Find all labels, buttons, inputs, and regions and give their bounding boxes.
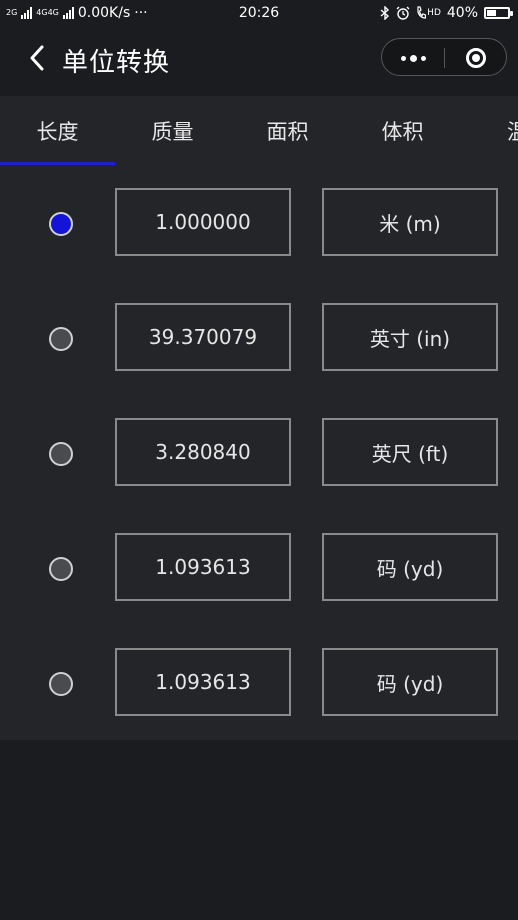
target-icon [466, 48, 486, 68]
tab-mass[interactable]: 质量 [115, 116, 230, 146]
value-input-yard[interactable]: 1.093613 [115, 533, 291, 601]
radio-yard[interactable] [49, 557, 73, 581]
value-input-meter[interactable]: 1.000000 [115, 188, 291, 256]
back-button[interactable] [22, 42, 52, 74]
status-right: HD 40% [380, 5, 513, 21]
alarm-icon [396, 6, 410, 20]
tab-length[interactable]: 长度 [0, 116, 115, 146]
battery-fill [487, 10, 496, 16]
battery-percent: 40% [446, 5, 478, 21]
unit-row-inch: 39.370079 英寸 (in) [0, 303, 518, 373]
radio-meter[interactable] [49, 212, 73, 236]
unit-select-meter[interactable]: 米 (m) [322, 188, 498, 256]
more-button[interactable] [382, 39, 444, 77]
unit-row-yard: 1.093613 码 (yd) [0, 533, 518, 603]
capsule-menu [381, 38, 507, 76]
status-bar: 2G 4G4G 0.00K/s ··· 20:26 HD 40% [0, 0, 518, 28]
chevron-left-icon [30, 45, 44, 71]
unit-select-yard[interactable]: 码 (yd) [322, 533, 498, 601]
page-title: 单位转换 [62, 48, 171, 78]
value-input-yard-2[interactable]: 1.093613 [115, 648, 291, 716]
more-dots-icon [400, 54, 426, 62]
radio-foot[interactable] [49, 442, 73, 466]
tab-area[interactable]: 面积 [230, 116, 345, 146]
phone-icon [417, 6, 427, 19]
unit-select-inch[interactable]: 英寸 (in) [322, 303, 498, 371]
bluetooth-icon [380, 6, 390, 20]
converter-panel: 长度 质量 面积 体积 温 1.000000 米 (m) 39.370079 英… [0, 96, 518, 740]
hd-call-icon: HD [416, 6, 441, 20]
unit-select-yard-2[interactable]: 码 (yd) [322, 648, 498, 716]
battery-icon [484, 7, 513, 19]
category-tabs: 长度 质量 面积 体积 温 [0, 96, 518, 166]
close-miniprogram-button[interactable] [445, 39, 507, 77]
value-input-foot[interactable]: 3.280840 [115, 418, 291, 486]
value-input-inch[interactable]: 39.370079 [115, 303, 291, 371]
unit-row-yard-2: 1.093613 码 (yd) [0, 648, 518, 718]
unit-select-foot[interactable]: 英尺 (ft) [322, 418, 498, 486]
radio-yard-2[interactable] [49, 672, 73, 696]
radio-inch[interactable] [49, 327, 73, 351]
unit-row-meter: 1.000000 米 (m) [0, 188, 518, 258]
nav-bar: 单位转换 [0, 28, 518, 90]
hd-label: HD [427, 8, 441, 18]
tab-volume[interactable]: 体积 [345, 116, 460, 146]
active-tab-indicator [0, 162, 115, 165]
unit-row-foot: 3.280840 英尺 (ft) [0, 418, 518, 488]
tab-temperature[interactable]: 温 [460, 116, 518, 146]
